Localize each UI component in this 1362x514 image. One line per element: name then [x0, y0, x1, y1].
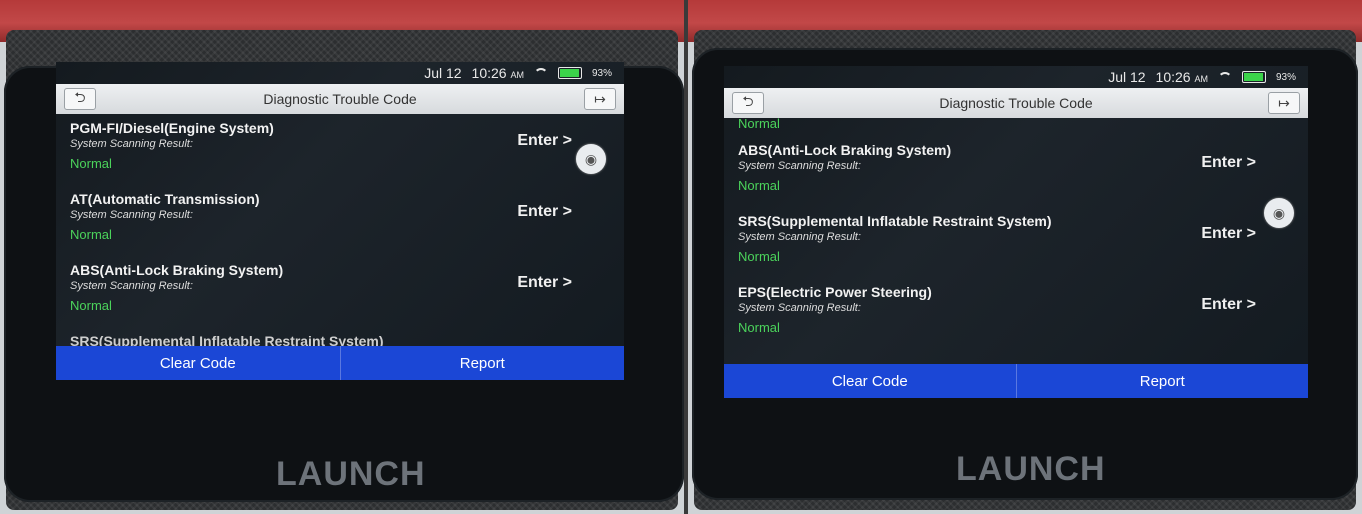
enter-button[interactable]: Enter >	[1201, 154, 1256, 172]
left-photo: Jul 12 10:26 AM 93% ⮌ Diagnostic Trouble…	[0, 0, 684, 514]
camera-icon[interactable]: ◉	[1264, 198, 1294, 228]
enter-button[interactable]: Enter >	[517, 203, 572, 221]
status-time: 10:26 AM	[471, 65, 524, 81]
system-row[interactable]: ABS(Anti-Lock Braking System) System Sca…	[56, 256, 624, 327]
brand-logo: LAUNCH	[276, 455, 426, 493]
report-button[interactable]: Report	[339, 346, 625, 380]
system-row[interactable]: ABS(Anti-Lock Braking System) System Sca…	[724, 136, 1308, 207]
scan-status: Normal	[738, 320, 780, 335]
exit-icon[interactable]: ↦	[1268, 92, 1300, 114]
system-row[interactable]: EPS(Electric Power Steering) System Scan…	[724, 278, 1308, 349]
battery-percent: 93%	[591, 67, 612, 79]
page-title: Diagnostic Trouble Code	[263, 91, 417, 107]
brand-logo: LAUNCH	[956, 450, 1106, 488]
status-time: 10:26 AM	[1155, 69, 1208, 85]
exit-icon[interactable]: ↦	[584, 88, 616, 110]
enter-button[interactable]: Enter >	[517, 132, 572, 150]
status-date: Jul 12	[424, 65, 462, 81]
wifi-icon	[1217, 71, 1232, 83]
right-photo: Jul 12 10:26 AM 93% ⮌ Diagnostic Trouble…	[688, 0, 1362, 514]
back-arrow-icon[interactable]: ⮌	[64, 88, 96, 110]
system-row[interactable]: SRS(Supplemental Inflatable Restraint Sy…	[724, 207, 1308, 278]
enter-button[interactable]: Enter >	[1201, 225, 1256, 243]
back-arrow-icon[interactable]: ⮌	[732, 92, 764, 114]
camera-icon[interactable]: ◉	[576, 144, 606, 174]
clear-code-button[interactable]: Clear Code	[56, 346, 340, 380]
battery-icon	[1241, 71, 1266, 83]
system-name: SRS(Supplemental Inflatable Restraint Sy…	[70, 333, 384, 347]
scan-status: Normal	[738, 178, 780, 193]
page-title: Diagnostic Trouble Code	[939, 95, 1093, 111]
system-row-partial[interactable]: SRS(Supplemental Inflatable Restraint Sy…	[56, 327, 624, 347]
enter-button[interactable]: Enter >	[517, 274, 572, 292]
scan-status: Normal	[70, 227, 112, 242]
wifi-icon	[533, 67, 548, 79]
button-bar: Clear Code Report	[724, 364, 1308, 398]
tablet-screen: Jul 12 10:26 AM 93% ⮌ Diagnostic Trouble…	[724, 66, 1308, 398]
system-row[interactable]: AT(Automatic Transmission) System Scanni…	[56, 185, 624, 256]
scan-status: Normal	[70, 156, 112, 171]
scan-status: Normal	[70, 298, 112, 313]
title-bar: ⮌ Diagnostic Trouble Code ↦	[56, 84, 624, 114]
battery-icon	[557, 67, 582, 79]
status-bar: Jul 12 10:26 AM 93%	[56, 62, 624, 84]
system-list: PGM-FI/Diesel(Engine System) System Scan…	[56, 114, 624, 347]
clear-code-button[interactable]: Clear Code	[724, 364, 1016, 398]
system-row[interactable]: PGM-FI/Diesel(Engine System) System Scan…	[56, 114, 624, 185]
title-bar: ⮌ Diagnostic Trouble Code ↦	[724, 88, 1308, 118]
status-bar: Jul 12 10:26 AM 93%	[724, 66, 1308, 88]
enter-button[interactable]: Enter >	[1201, 296, 1256, 314]
report-button[interactable]: Report	[1015, 364, 1309, 398]
tablet-screen: Jul 12 10:26 AM 93% ⮌ Diagnostic Trouble…	[56, 62, 624, 380]
scan-status: Normal	[738, 249, 780, 264]
status-date: Jul 12	[1108, 69, 1146, 85]
system-list: ABS(Anti-Lock Braking System) System Sca…	[724, 136, 1308, 358]
button-bar: Clear Code Report	[56, 346, 624, 380]
scan-status-partial: Normal	[738, 116, 780, 131]
battery-percent: 93%	[1275, 71, 1296, 83]
